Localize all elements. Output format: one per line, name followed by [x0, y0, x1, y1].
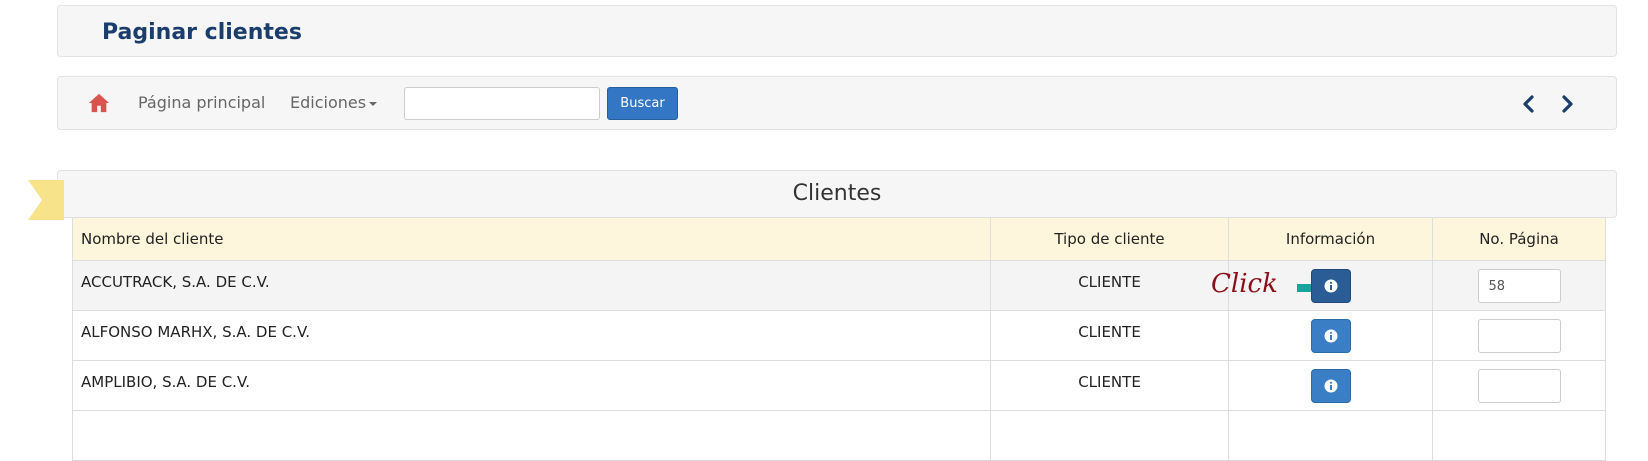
info-icon: [1324, 279, 1337, 293]
table-header-row: Nombre del cliente Tipo de cliente Infor…: [72, 217, 1606, 261]
nav-dropdown-ediciones[interactable]: Ediciones: [290, 93, 378, 112]
chevron-left-icon[interactable]: [1519, 93, 1539, 115]
search-input[interactable]: [404, 87, 600, 120]
nav-dropdown-label: Ediciones: [290, 93, 367, 112]
column-header-nombre: Nombre del cliente: [72, 217, 991, 261]
ribbon-decoration: [28, 180, 64, 220]
client-name: ALFONSO MARHX, S.A. DE C.V.: [72, 310, 991, 361]
nav-link-home[interactable]: Página principal: [138, 93, 265, 112]
search-button[interactable]: Buscar: [607, 87, 678, 120]
info-button[interactable]: [1310, 369, 1351, 403]
clients-table-container: Nombre del cliente Tipo de cliente Infor…: [72, 217, 1606, 461]
table-row: ACCUTRACK, S.A. DE C.V. CLIENTE Click: [72, 260, 1606, 311]
column-header-pagina: No. Página: [1432, 217, 1606, 261]
title-panel: Paginar clientes: [57, 5, 1617, 57]
info-icon: [1324, 329, 1337, 343]
info-button[interactable]: [1310, 269, 1351, 303]
clients-table: Nombre del cliente Tipo de cliente Infor…: [72, 217, 1606, 461]
home-icon[interactable]: [88, 92, 110, 114]
table-heading: Clientes: [792, 181, 882, 206]
client-name: ACCUTRACK, S.A. DE C.V.: [72, 260, 991, 311]
table-row: ALFONSO MARHX, S.A. DE C.V. CLIENTE: [72, 310, 1606, 361]
info-cell: [1228, 360, 1433, 411]
page-cell: [1432, 260, 1606, 311]
chevron-right-icon[interactable]: [1557, 93, 1577, 115]
client-type: CLIENTE: [990, 260, 1229, 311]
client-type: CLIENTE: [990, 310, 1229, 361]
page-cell: [1432, 360, 1606, 411]
info-button[interactable]: [1310, 319, 1351, 353]
client-name: AMPLIBIO, S.A. DE C.V.: [72, 360, 991, 411]
client-type: [990, 410, 1229, 461]
info-cell: [1228, 310, 1433, 361]
column-header-informacion: Información: [1228, 217, 1433, 261]
page-number-input[interactable]: [1477, 269, 1561, 303]
page-cell: [1432, 410, 1606, 461]
page-cell: [1432, 310, 1606, 361]
page-title: Paginar clientes: [102, 20, 302, 45]
info-cell: Click: [1211, 260, 1433, 311]
page-number-input[interactable]: [1477, 369, 1561, 403]
client-type: CLIENTE: [990, 360, 1229, 411]
table-row: [72, 410, 1606, 461]
info-cell: [1228, 410, 1433, 461]
page-number-input[interactable]: [1477, 319, 1561, 353]
navbar: Página principal Ediciones Buscar: [57, 76, 1617, 130]
table-row: AMPLIBIO, S.A. DE C.V. CLIENTE: [72, 360, 1606, 411]
client-name: [72, 410, 991, 461]
info-icon: [1324, 379, 1337, 393]
caret-down-icon: [369, 101, 378, 106]
clients-panel-heading: Clientes: [57, 170, 1617, 218]
column-header-tipo: Tipo de cliente: [990, 217, 1229, 261]
